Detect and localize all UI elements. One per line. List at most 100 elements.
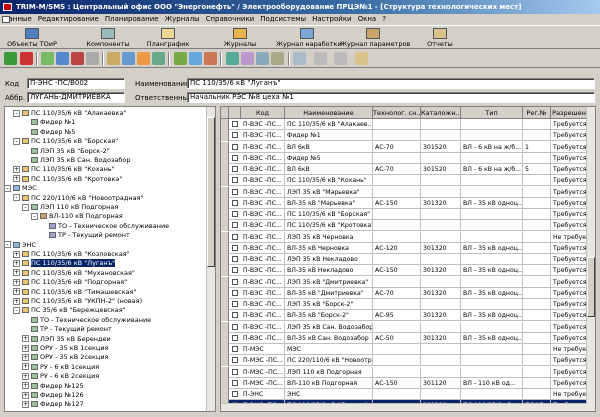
reports-button[interactable]: Отчеты bbox=[420, 27, 460, 49]
tree-expander[interactable]: + bbox=[13, 175, 20, 183]
table-row[interactable]: П-ЭНС ЭНС Не требуе bbox=[221, 389, 588, 400]
row-selector[interactable] bbox=[221, 152, 229, 164]
row-selector[interactable] bbox=[221, 276, 229, 288]
tree-expander[interactable]: - bbox=[22, 203, 29, 211]
menu-subsystems[interactable]: Подсистемы bbox=[257, 14, 309, 25]
row-checkbox[interactable] bbox=[232, 346, 238, 352]
table-row[interactable]: П-ВЭС -ПС... ЛЭП 35 кВ "Марьевка" Требуетс… bbox=[221, 186, 588, 198]
row-checkbox[interactable] bbox=[232, 154, 238, 161]
row-checkbox[interactable] bbox=[232, 233, 238, 240]
grid-header-check[interactable] bbox=[229, 107, 241, 119]
row-selector[interactable] bbox=[221, 389, 229, 400]
tree-item[interactable]: Фидер №127 bbox=[31, 399, 84, 409]
tree-expander[interactable]: + bbox=[22, 344, 29, 352]
row-selector[interactable] bbox=[221, 332, 229, 344]
table-row[interactable]: П-ВЭС -ПС... ВЛ-35 кВ Сан. Водозабор АС-50… bbox=[221, 332, 588, 344]
row-checkbox[interactable] bbox=[232, 312, 238, 319]
tree-expander[interactable]: + bbox=[22, 382, 29, 390]
row-selector[interactable] bbox=[221, 321, 229, 333]
report-dropdown-icon[interactable] bbox=[355, 52, 368, 65]
table-row[interactable]: П-ВЭС -ПС... ПС 110/35/6 кВ "Борская" Треб… bbox=[221, 209, 588, 220]
export-icon[interactable] bbox=[256, 52, 269, 65]
tree-expander[interactable]: + bbox=[13, 278, 20, 286]
table-row[interactable]: П-ВЭС -ПС... ЛЭП 35 кВ "Борск-2" Требуется bbox=[221, 299, 588, 310]
row-checkbox[interactable] bbox=[232, 391, 238, 397]
row-checkbox[interactable] bbox=[232, 199, 238, 206]
records-grid[interactable]: Код Наименование Технолог. сн... Каталож… bbox=[220, 106, 596, 412]
row-selector[interactable] bbox=[221, 377, 229, 389]
row-checkbox[interactable] bbox=[232, 177, 238, 184]
row-checkbox[interactable] bbox=[232, 289, 238, 296]
row-checkbox[interactable] bbox=[232, 301, 238, 307]
table-row[interactable]: П-ВЭС -ПС... ВЛ-35 кВ Некладово АС-150 3013… bbox=[221, 265, 588, 277]
objects-button[interactable]: Объекты ТОиР bbox=[4, 27, 60, 49]
row-selector[interactable] bbox=[221, 299, 229, 310]
table-row[interactable]: П-ВЭС -ПС... ВЛ 6кВ АС-70 301520 ВЛ - 6 кВ н… bbox=[221, 164, 588, 175]
row-selector[interactable] bbox=[221, 242, 229, 254]
table-row[interactable]: П-ВЭС -ПС... Фидер №5 Требуется bbox=[221, 152, 588, 164]
tree-scrollbar[interactable] bbox=[206, 107, 215, 411]
filter-clear-icon[interactable] bbox=[334, 52, 347, 65]
row-selector[interactable] bbox=[221, 186, 229, 198]
print-icon[interactable] bbox=[122, 52, 135, 65]
row-checkbox[interactable] bbox=[232, 166, 238, 172]
grid-scroll-thumb[interactable] bbox=[587, 257, 595, 317]
grid-header-tech[interactable]: Технолог. сн... bbox=[373, 107, 421, 119]
tree-expander[interactable]: + bbox=[13, 269, 20, 277]
navigate-icon[interactable] bbox=[226, 52, 239, 65]
table-row[interactable]: П-ВЭС -ПС... ЛЭП 35 кВ Некладово Требуется bbox=[221, 254, 588, 265]
import-icon[interactable] bbox=[271, 52, 284, 65]
row-checkbox[interactable] bbox=[232, 188, 238, 195]
runtime-journal-button[interactable]: Журнал наработки bbox=[276, 27, 342, 49]
table-row[interactable]: П-ВЭС -ПС... Фидер №1 Требуется bbox=[221, 130, 588, 142]
row-checkbox[interactable] bbox=[232, 267, 238, 274]
grid-header-type[interactable]: Тип bbox=[461, 107, 523, 119]
row-checkbox[interactable] bbox=[232, 323, 238, 330]
table-row[interactable]: П-ВЭС -ПС... ВЛ-35 кВ "Марьевка" АС-150 301… bbox=[221, 197, 588, 209]
copy-icon[interactable] bbox=[86, 52, 99, 65]
tree-expander[interactable]: - bbox=[13, 109, 20, 117]
tree-expander[interactable]: + bbox=[13, 288, 20, 296]
grid-header-code[interactable]: Код bbox=[241, 107, 285, 119]
mdi-window-icon[interactable] bbox=[2, 16, 10, 23]
delete-icon[interactable] bbox=[71, 52, 84, 65]
table-row[interactable]: П-ВЭС -ПС... ВЛ-35 кВ "Борск-2" АС-95 30132… bbox=[221, 310, 588, 322]
row-selector[interactable] bbox=[221, 265, 229, 277]
tree-expander[interactable]: - bbox=[31, 212, 38, 220]
tree-expander[interactable]: + bbox=[13, 250, 20, 258]
menu-planning[interactable]: Планирование bbox=[102, 14, 162, 25]
grid-hscrollbar[interactable] bbox=[221, 403, 588, 411]
grid-header-catalog[interactable]: Каталожн... bbox=[421, 107, 461, 119]
row-checkbox[interactable] bbox=[232, 121, 238, 127]
components-button[interactable]: Компоненты bbox=[78, 27, 138, 49]
tree-expander[interactable]: + bbox=[13, 165, 20, 173]
table-row[interactable]: П-МЭС -ПС... ЛЭП 110 кВ Подгорная Требуетс… bbox=[221, 366, 588, 378]
tree-expander[interactable]: + bbox=[22, 363, 29, 371]
menu-settings[interactable]: Настройки bbox=[309, 14, 355, 25]
grid-header-name[interactable]: Наименование bbox=[285, 107, 373, 119]
filter-add-icon[interactable] bbox=[314, 52, 327, 65]
row-selector[interactable] bbox=[221, 231, 229, 243]
structure-tree[interactable]: - ПС 110/35/6 кВ "Алакаевка" Фидер №1 Фидер… bbox=[4, 106, 216, 412]
tree-expander[interactable]: - bbox=[13, 306, 20, 314]
row-selector[interactable] bbox=[221, 209, 229, 220]
tree-expander[interactable]: + bbox=[22, 353, 29, 361]
tree-expander[interactable]: + bbox=[22, 391, 29, 399]
refresh-icon[interactable] bbox=[174, 52, 187, 65]
tree-expander[interactable]: + bbox=[22, 372, 29, 380]
filter-list-icon[interactable] bbox=[152, 52, 165, 65]
row-checkbox[interactable] bbox=[232, 256, 238, 262]
schedule-button[interactable]: Планграфик bbox=[140, 27, 196, 49]
tree-expander[interactable]: + bbox=[13, 297, 20, 305]
row-selector[interactable] bbox=[221, 119, 229, 130]
table-row[interactable]: П-ВЭС -ПС... ВЛ-35 кВ "Дмитриевка" АС-70 30… bbox=[221, 287, 588, 299]
filter-icon[interactable] bbox=[293, 52, 306, 65]
row-selector[interactable] bbox=[221, 130, 229, 142]
tree-expander[interactable]: + bbox=[22, 335, 29, 343]
row-selector[interactable] bbox=[221, 141, 229, 153]
grid-header-reg[interactable]: Рег.№ bbox=[523, 107, 551, 119]
table-row[interactable]: П-ВЭС -ПС... ПС 110/35/6 кВ "Кохань" Требу… bbox=[221, 175, 588, 187]
menu-edit[interactable]: Редактирование bbox=[35, 14, 102, 25]
table-row[interactable]: П-МЭС МЭС Не требуе bbox=[221, 344, 588, 355]
row-checkbox[interactable] bbox=[232, 368, 238, 375]
